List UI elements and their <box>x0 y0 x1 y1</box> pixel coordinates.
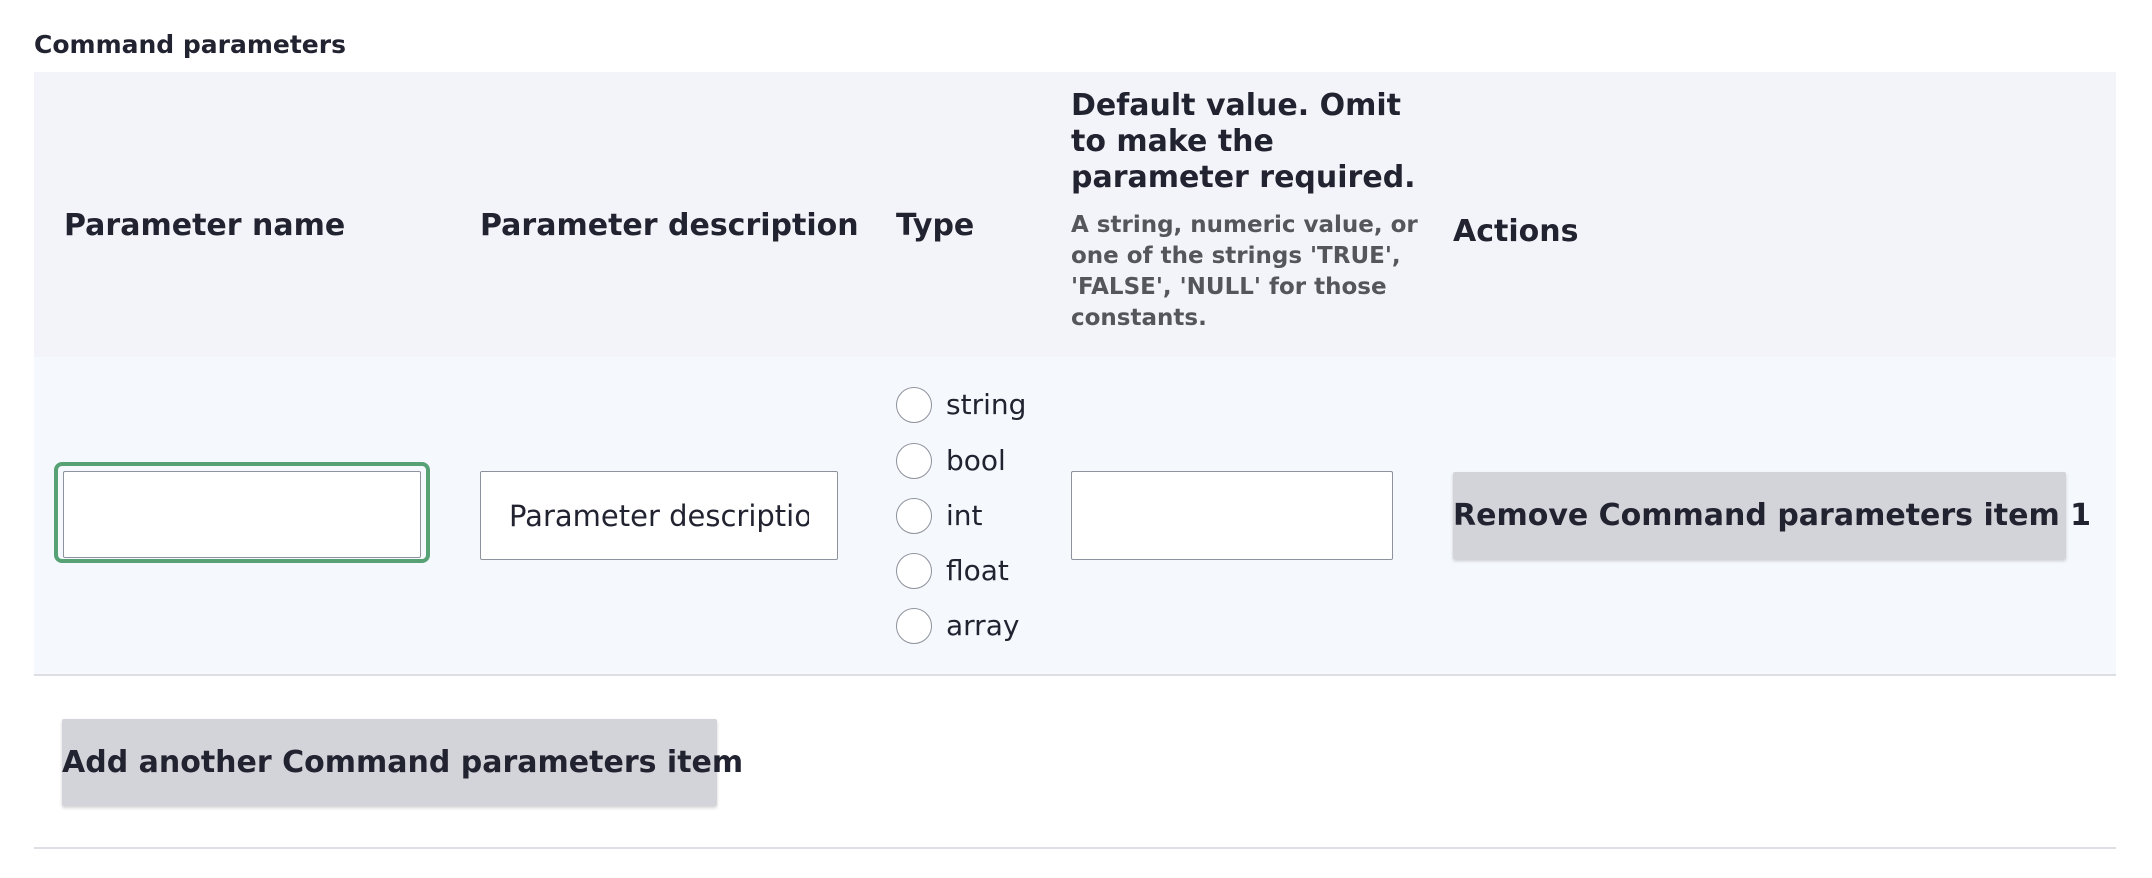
type-option-label: bool <box>946 444 1006 477</box>
header-default-value: Default value. Omit to make the paramete… <box>1071 88 1431 334</box>
radio-button[interactable] <box>896 443 932 479</box>
radio-button[interactable] <box>896 387 932 423</box>
add-item-button[interactable]: Add another Command parameters item <box>62 719 743 806</box>
section-title: Command parameters <box>34 30 346 59</box>
header-type: Type <box>896 208 975 243</box>
parameter-name-input[interactable] <box>63 471 421 558</box>
header-parameter-name: Parameter name <box>64 208 346 243</box>
divider <box>34 847 2116 849</box>
table-row: string bool int float array Remove Comma… <box>34 357 2116 676</box>
type-option-label: int <box>946 499 983 532</box>
type-option-label: float <box>946 554 1009 587</box>
remove-item-button[interactable]: Remove Command parameters item 1 <box>1453 472 2091 559</box>
header-actions: Actions <box>1453 214 1579 249</box>
radio-button[interactable] <box>896 498 932 534</box>
parameter-description-input[interactable] <box>480 471 838 560</box>
default-value-input[interactable] <box>1071 471 1393 560</box>
table-header-row: Parameter name Parameter description Typ… <box>34 72 2116 357</box>
type-option-label: string <box>946 388 1027 421</box>
radio-button[interactable] <box>896 553 932 589</box>
radio-button[interactable] <box>896 608 932 644</box>
header-parameter-description: Parameter description <box>480 208 859 243</box>
header-default-value-label: Default value. Omit to make the paramete… <box>1071 88 1416 195</box>
header-default-value-help: A string, numeric value, or one of the s… <box>1071 212 1418 331</box>
type-option-label: array <box>946 609 1020 642</box>
